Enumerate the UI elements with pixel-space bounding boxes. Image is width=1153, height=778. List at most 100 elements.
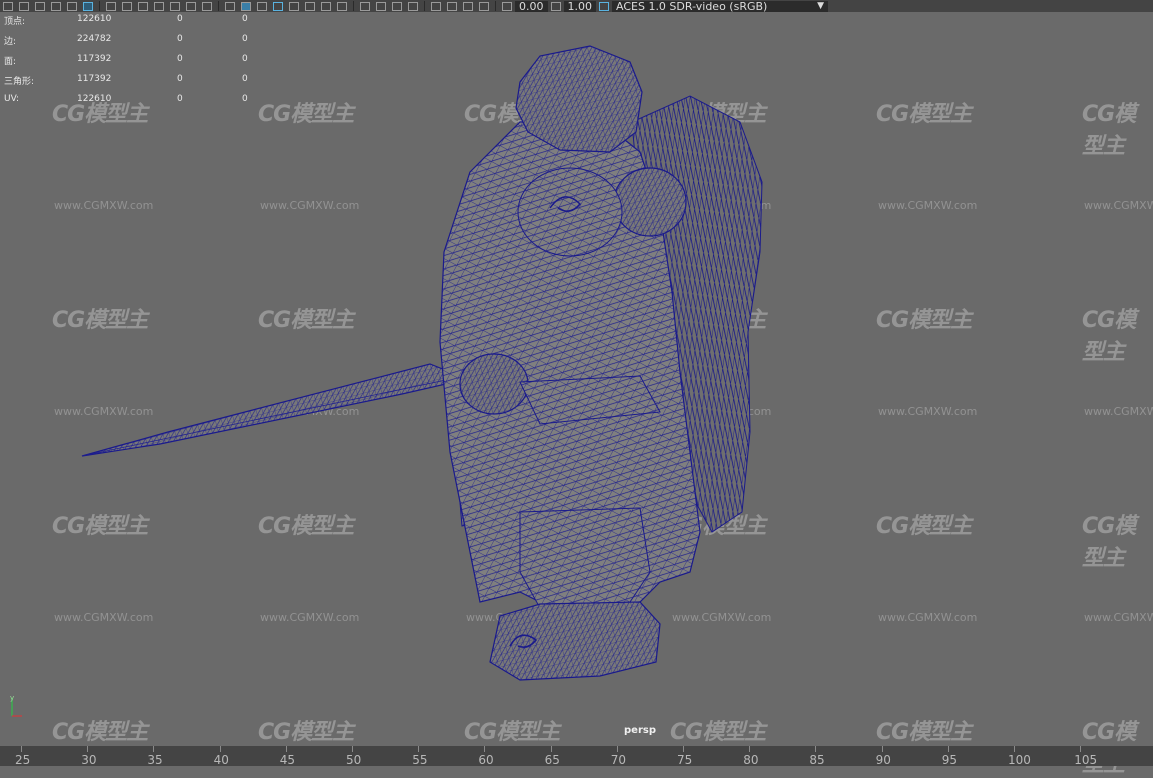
timeline-tick-mark — [683, 746, 684, 752]
stat-row: 顶点: 122610 0 0 — [4, 12, 264, 32]
stat-value: 0 — [177, 54, 183, 64]
timeline-tick-mark — [1014, 746, 1015, 752]
timeline-tick-mark — [153, 746, 155, 752]
default-material-icon[interactable] — [257, 1, 267, 11]
stat-value: 0 — [242, 74, 248, 84]
shoulder-pad — [613, 167, 687, 237]
timeline-tick-mark — [484, 746, 486, 752]
timeline-tick-mark — [947, 746, 949, 752]
timeline-tick-label: 70 — [610, 753, 627, 767]
timeline-tick-mark — [1080, 746, 1082, 752]
wireframe-model[interactable] — [0, 12, 1153, 746]
stat-value: 122610 — [77, 14, 112, 24]
pencil-tool-icon[interactable] — [83, 1, 93, 11]
stat-value: 0 — [177, 34, 183, 44]
bookmarks-icon[interactable] — [479, 1, 489, 11]
timeline-tick-mark — [352, 746, 353, 752]
stat-row: 三角形: 117392 0 0 — [4, 72, 264, 92]
stat-row: 面: 117392 0 0 — [4, 52, 264, 72]
depth-of-field-icon[interactable] — [408, 1, 418, 11]
shadows-icon[interactable] — [321, 1, 331, 11]
timeline-tick-mark — [418, 746, 420, 752]
gamma-field[interactable]: 1.00 — [563, 0, 596, 12]
timeline-tick-label: 55 — [412, 753, 428, 767]
color-transform-label: ACES 1.0 SDR-video (sRGB) — [616, 0, 768, 12]
toolbar-separator — [495, 1, 496, 11]
toolbar-separator — [99, 1, 100, 11]
timeline-tick-label: 35 — [147, 753, 163, 767]
color-management-icon[interactable] — [599, 1, 609, 11]
anti-aliasing-icon[interactable] — [392, 1, 402, 11]
paint-tool-icon[interactable] — [35, 1, 45, 11]
status-toolbar: 0.00 1.00 ACES 1.0 SDR-video (sRGB) ▼ — [0, 0, 1153, 12]
timeline-tick-label: 45 — [279, 753, 296, 767]
timeline-tick-label: 95 — [941, 753, 958, 767]
safe-action-icon[interactable] — [186, 1, 196, 11]
motion-blur-icon[interactable] — [376, 1, 386, 11]
timeline-tick-mark — [749, 746, 751, 752]
stat-row: 边: 224782 0 0 — [4, 32, 264, 52]
timeline-tick-label: 60 — [478, 753, 494, 767]
stat-value: 0 — [177, 94, 183, 104]
timeline-tick-label: 75 — [677, 753, 693, 767]
stat-value: 117392 — [77, 74, 112, 84]
toolbar-separator — [218, 1, 219, 11]
film-gate-icon[interactable] — [122, 1, 132, 11]
select-tool-icon[interactable] — [3, 1, 13, 11]
leg-lower — [519, 507, 651, 609]
timeline-tick-label: 105 — [1074, 753, 1098, 767]
wireframe-icon[interactable] — [225, 1, 235, 11]
chest-emblem — [517, 167, 623, 257]
helmet — [515, 45, 643, 153]
view-axis-indicator: y — [10, 694, 22, 717]
resolution-gate-icon[interactable] — [138, 1, 148, 11]
timeline-tick-label: 40 — [213, 753, 229, 767]
stat-value: 0 — [177, 74, 183, 84]
field-chart-icon[interactable] — [170, 1, 180, 11]
timeline-tick-mark — [616, 746, 618, 752]
gate-mask-icon[interactable] — [154, 1, 164, 11]
safe-title-icon[interactable] — [202, 1, 212, 11]
bookmark-icon[interactable] — [51, 1, 61, 11]
stat-value: 0 — [242, 14, 248, 24]
boot — [489, 601, 661, 681]
stat-label: 三角形: — [4, 77, 35, 87]
timeline-tick-mark — [87, 746, 89, 752]
grid-icon[interactable] — [106, 1, 116, 11]
lasso-tool-icon[interactable] — [19, 1, 29, 11]
isolate-select-icon[interactable] — [431, 1, 441, 11]
image-plane-icon[interactable] — [463, 1, 473, 11]
exposure-field[interactable]: 0.00 — [515, 0, 548, 12]
time-slider[interactable]: 25 30 35 40 45 50 55 60 65 70 75 80 85 90 95 100 105 — [0, 746, 1153, 767]
timeline-tick-label: 85 — [809, 753, 825, 767]
stat-row: UV: 122610 0 0 — [4, 92, 264, 112]
stat-label: 面: — [4, 57, 17, 67]
camera-name: persp — [624, 725, 656, 736]
timeline-tick-label: 50 — [346, 753, 362, 767]
chevron-down-icon: ▼ — [817, 0, 824, 11]
stat-label: UV: — [4, 94, 20, 104]
timeline-tick-label: 90 — [875, 753, 891, 767]
stat-value: 0 — [242, 54, 248, 64]
perspective-viewport[interactable]: CG模型主 CG模型主 CG模型主 CG模型主 CG模型主 CG模型主 CG模型主 CG模型主… — [0, 12, 1153, 777]
sword-blade — [81, 363, 451, 457]
camera-attributes-icon[interactable] — [447, 1, 457, 11]
ambient-occlusion-icon[interactable] — [360, 1, 370, 11]
timeline-tick-label: 65 — [544, 753, 560, 767]
xray-icon[interactable] — [337, 1, 347, 11]
color-transform-dropdown[interactable]: ACES 1.0 SDR-video (sRGB) ▼ — [612, 0, 828, 12]
timeline-tick-mark — [550, 746, 552, 752]
exposure-icon — [502, 1, 512, 11]
lights-icon[interactable] — [305, 1, 315, 11]
timeline-tick-mark — [21, 746, 22, 752]
svg-text:y: y — [10, 694, 14, 702]
timeline-tick-label: 100 — [1008, 753, 1031, 767]
wireframe-on-shaded-icon[interactable] — [273, 1, 283, 11]
timeline-tick-label: 80 — [743, 753, 759, 767]
textured-icon[interactable] — [289, 1, 299, 11]
smooth-shade-icon[interactable] — [241, 1, 251, 11]
timeline-tick-label: 30 — [81, 753, 97, 767]
move-tool-icon[interactable] — [67, 1, 77, 11]
timeline-tick-mark — [881, 746, 883, 752]
stat-value: 122610 — [77, 94, 112, 104]
